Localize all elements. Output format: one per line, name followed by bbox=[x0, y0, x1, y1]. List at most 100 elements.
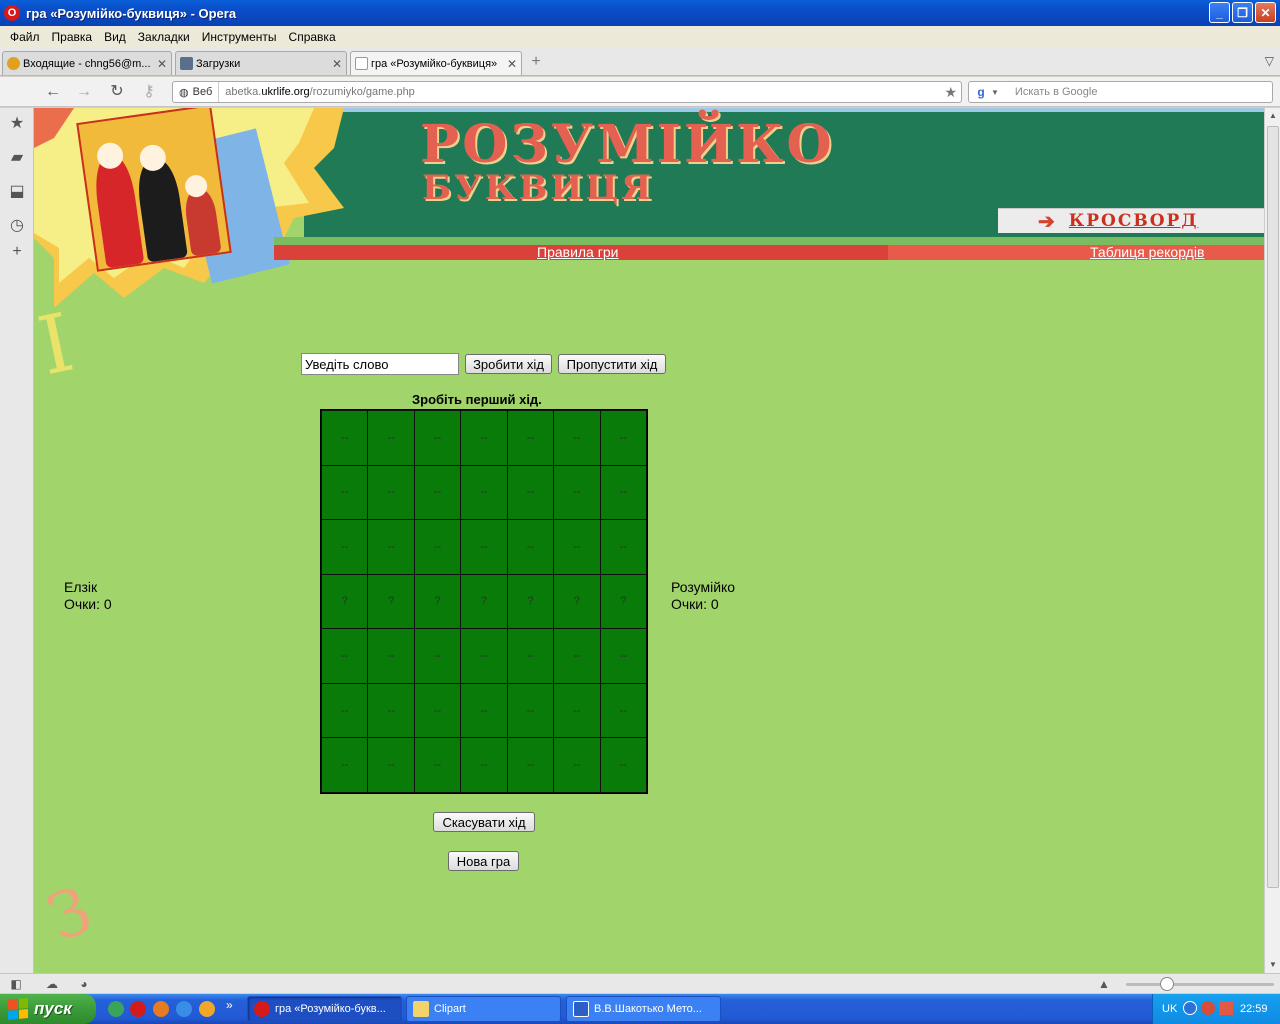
board-cell[interactable]: -- bbox=[368, 683, 414, 738]
scroll-up-icon[interactable]: ▲ bbox=[1265, 108, 1280, 124]
board-cell[interactable]: -- bbox=[414, 629, 461, 683]
board-cell[interactable]: -- bbox=[414, 520, 461, 574]
board-cell[interactable]: ? bbox=[368, 574, 414, 629]
undo-move-button[interactable]: Скасувати хід bbox=[433, 812, 535, 832]
board-cell[interactable]: -- bbox=[368, 411, 414, 465]
task-opera[interactable]: гра «Розумійко-букв... bbox=[247, 996, 402, 1022]
board-cell[interactable]: -- bbox=[322, 465, 368, 520]
board-cell[interactable]: -- bbox=[554, 520, 600, 574]
board-cell[interactable]: -- bbox=[461, 629, 507, 683]
board-cell[interactable]: -- bbox=[368, 520, 414, 574]
site-info-badge[interactable]: ◍ Веб bbox=[173, 82, 220, 102]
zoom-slider[interactable] bbox=[1126, 983, 1274, 986]
menu-bookmarks[interactable]: Закладки bbox=[132, 30, 196, 44]
board-cell[interactable]: -- bbox=[414, 465, 461, 520]
close-button[interactable]: ✕ bbox=[1255, 2, 1276, 23]
board-cell[interactable]: -- bbox=[554, 683, 600, 738]
zoom-slider-knob[interactable] bbox=[1160, 977, 1174, 991]
window-titlebar[interactable]: O гра «Розумійко-буквиця» - Opera _ ❐ ✕ bbox=[0, 0, 1280, 26]
utorrent-icon[interactable] bbox=[108, 1001, 124, 1017]
close-icon[interactable]: ✕ bbox=[157, 57, 167, 71]
board-cell[interactable]: ? bbox=[507, 574, 554, 629]
close-icon[interactable]: ✕ bbox=[332, 57, 342, 71]
board-cell[interactable]: -- bbox=[507, 520, 554, 574]
view-icon[interactable]: ▲ bbox=[1096, 976, 1112, 992]
rules-link[interactable]: Правила гри bbox=[537, 244, 618, 260]
task-clipart[interactable]: Clipart bbox=[406, 996, 561, 1022]
close-icon[interactable]: ✕ bbox=[507, 57, 517, 71]
menu-tools[interactable]: Инструменты bbox=[196, 30, 283, 44]
board-cell[interactable]: -- bbox=[600, 411, 646, 465]
crossword-link[interactable]: ➔ КРОСВОРД bbox=[998, 208, 1264, 233]
key-icon[interactable]: ⚷ bbox=[138, 82, 160, 102]
scroll-down-icon[interactable]: ▼ bbox=[1265, 957, 1280, 973]
task-word[interactable]: В.В.Шакотько Мето... bbox=[566, 996, 721, 1022]
board-cell[interactable]: -- bbox=[461, 411, 507, 465]
tab-inbox[interactable]: Входящие - chng56@m... ✕ bbox=[2, 51, 172, 75]
menu-help[interactable]: Справка bbox=[283, 30, 342, 44]
cloud-icon[interactable]: ☁ bbox=[44, 976, 60, 992]
downloads-icon[interactable]: ⬓ bbox=[7, 182, 27, 202]
bookmark-star-icon[interactable]: ★ bbox=[944, 84, 957, 101]
restore-button[interactable]: ❐ bbox=[1232, 2, 1253, 23]
board-cell[interactable]: ? bbox=[322, 574, 368, 629]
board-cell[interactable]: -- bbox=[414, 411, 461, 465]
menu-view[interactable]: Вид bbox=[98, 30, 132, 44]
board-cell[interactable]: -- bbox=[507, 629, 554, 683]
chevron-down-icon[interactable]: ▼ bbox=[991, 88, 999, 97]
board-cell[interactable]: -- bbox=[600, 465, 646, 520]
star-icon[interactable]: ★ bbox=[7, 114, 27, 134]
board-cell[interactable]: -- bbox=[600, 683, 646, 738]
board-cell[interactable]: -- bbox=[554, 738, 600, 792]
board-cell[interactable]: -- bbox=[507, 465, 554, 520]
board-cell[interactable]: -- bbox=[368, 465, 414, 520]
menu-edit[interactable]: Правка bbox=[46, 30, 99, 44]
board-cell[interactable]: -- bbox=[461, 520, 507, 574]
opera-icon[interactable] bbox=[130, 1001, 146, 1017]
board-cell[interactable]: -- bbox=[322, 520, 368, 574]
vertical-scrollbar[interactable]: ▲ ▼ bbox=[1264, 108, 1280, 973]
board-cell[interactable]: -- bbox=[322, 738, 368, 792]
board-cell[interactable]: -- bbox=[414, 738, 461, 792]
board-cell[interactable]: ? bbox=[554, 574, 600, 629]
google-icon[interactable]: g bbox=[973, 84, 989, 100]
new-game-button[interactable]: Нова гра bbox=[448, 851, 519, 871]
board-cell[interactable]: -- bbox=[368, 738, 414, 792]
make-move-button[interactable]: Зробити хід bbox=[465, 354, 552, 374]
add-panel-icon[interactable]: + bbox=[7, 242, 27, 262]
quicklaunch-more-icon[interactable]: » bbox=[226, 998, 233, 1012]
network-icon[interactable] bbox=[1183, 1001, 1197, 1015]
forward-icon[interactable]: → bbox=[73, 82, 95, 102]
notes-icon[interactable]: ▰ bbox=[7, 148, 27, 168]
start-button[interactable]: пуск bbox=[0, 994, 96, 1024]
media-player-icon[interactable] bbox=[199, 1001, 215, 1017]
board-cell[interactable]: -- bbox=[600, 520, 646, 574]
board-cell[interactable]: -- bbox=[507, 683, 554, 738]
security-icon[interactable] bbox=[1219, 1001, 1233, 1015]
internet-explorer-icon[interactable] bbox=[176, 1001, 192, 1017]
minimize-button[interactable]: _ bbox=[1209, 2, 1230, 23]
board-cell[interactable]: ? bbox=[461, 574, 507, 629]
skip-move-button[interactable]: Пропустити хід bbox=[558, 354, 666, 374]
speed-dial-icon[interactable]: ◕ bbox=[76, 976, 92, 992]
board-cell[interactable]: -- bbox=[461, 738, 507, 792]
board-cell[interactable]: -- bbox=[554, 629, 600, 683]
word-input[interactable] bbox=[301, 353, 459, 375]
history-icon[interactable]: ◷ bbox=[7, 216, 27, 236]
board-cell[interactable]: -- bbox=[507, 738, 554, 792]
board-cell[interactable]: -- bbox=[414, 683, 461, 738]
firefox-icon[interactable] bbox=[153, 1001, 169, 1017]
tab-downloads[interactable]: Загрузки ✕ bbox=[175, 51, 347, 75]
board-cell[interactable]: -- bbox=[322, 683, 368, 738]
board-cell[interactable]: -- bbox=[554, 411, 600, 465]
board-cell[interactable]: -- bbox=[507, 411, 554, 465]
tab-game[interactable]: гра «Розумійко-буквиця» ✕ bbox=[350, 51, 522, 75]
board-cell[interactable]: -- bbox=[600, 629, 646, 683]
board-cell[interactable]: ? bbox=[600, 574, 646, 629]
address-field[interactable]: ◍ Веб abetka.ukrlife.org/rozumiyko/game.… bbox=[172, 81, 962, 103]
panel-toggle-icon[interactable]: ◧ bbox=[8, 976, 24, 992]
board-cell[interactable]: -- bbox=[461, 683, 507, 738]
search-field[interactable]: g ▼ Искать в Google bbox=[968, 81, 1273, 103]
reload-icon[interactable]: ↻ bbox=[106, 82, 128, 102]
board-cell[interactable]: -- bbox=[322, 411, 368, 465]
